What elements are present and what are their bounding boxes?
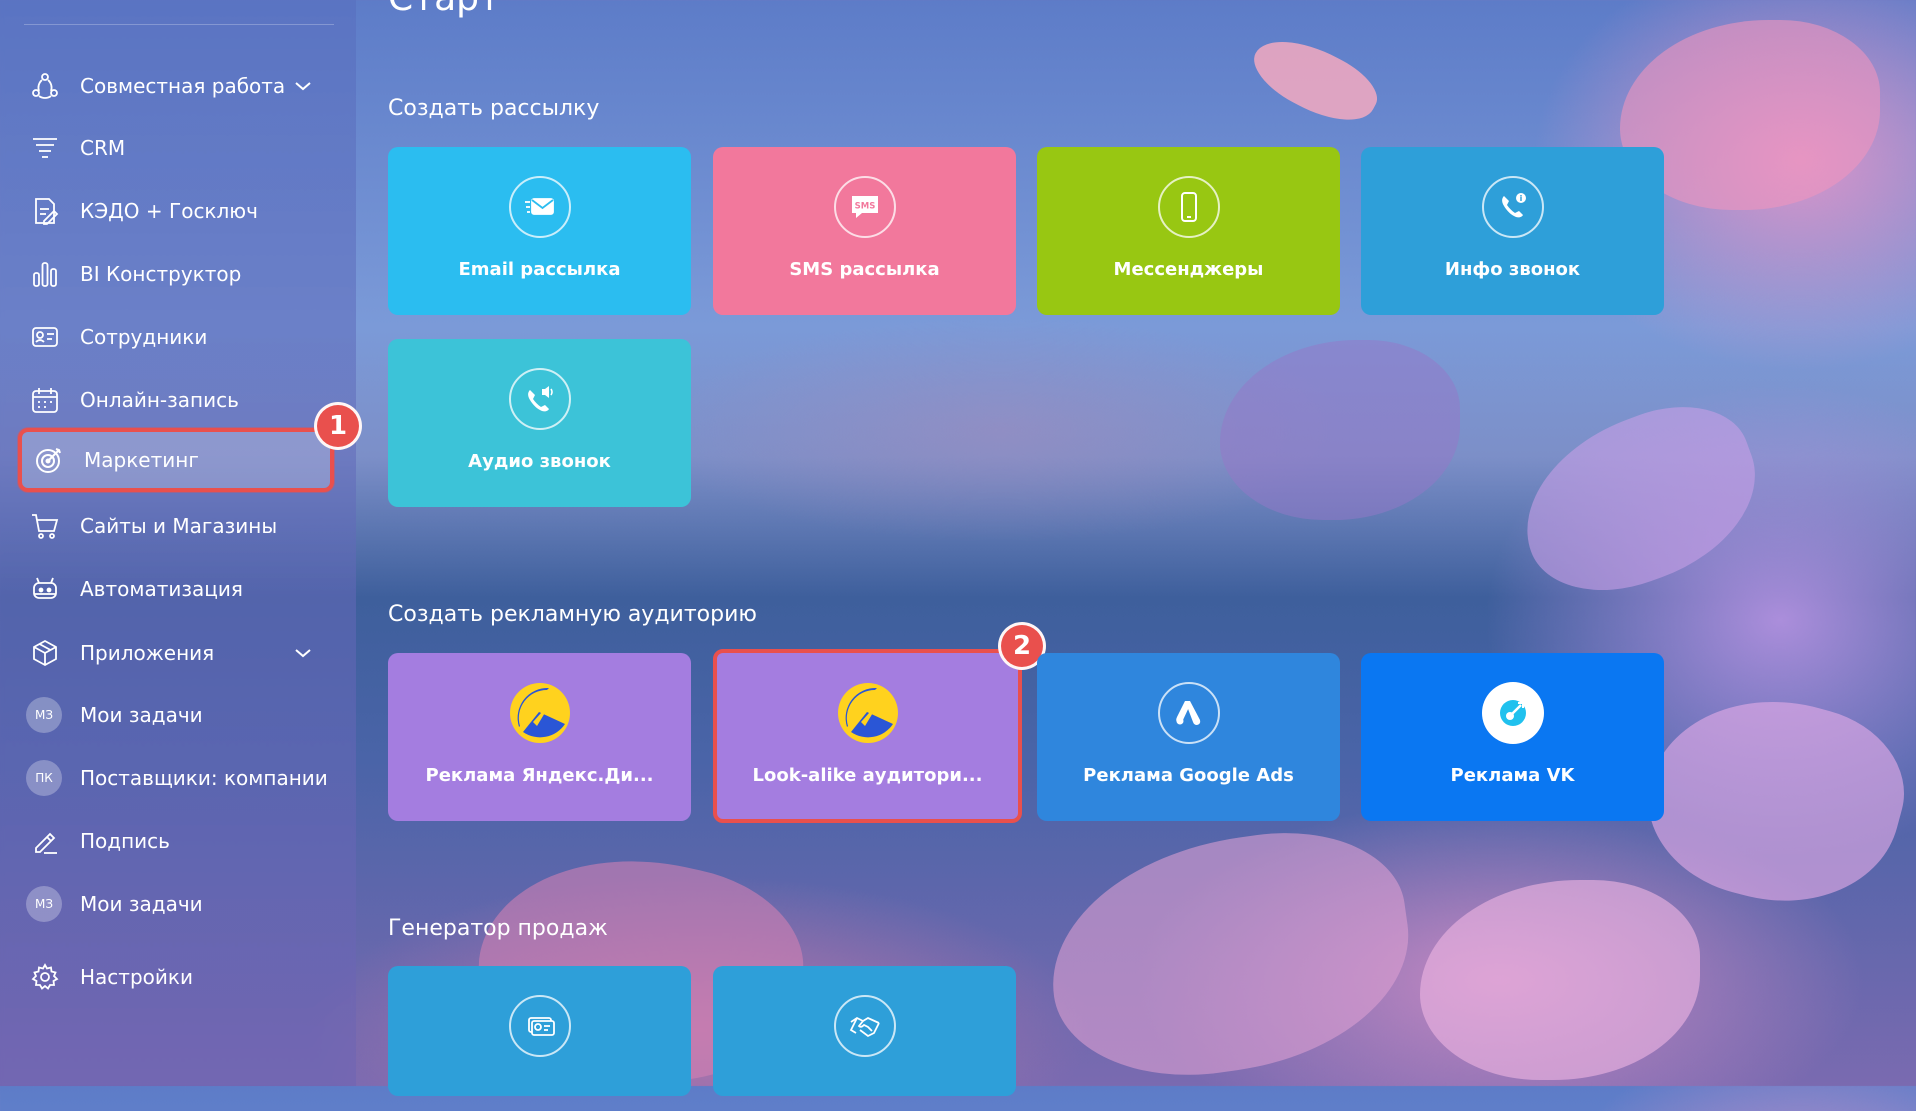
tile-audio-call[interactable]: Аудио звонок [388, 339, 691, 507]
tile-google-ads[interactable]: Реклама Google Ads [1037, 653, 1340, 821]
handshake-icon [833, 995, 896, 1057]
tile-email-mailing[interactable]: Email рассылка [388, 147, 691, 315]
avatar: МЗ [26, 886, 62, 922]
sidebar-item-crm[interactable]: CRM [18, 122, 334, 174]
background-petal [1243, 22, 1387, 138]
signature-icon [28, 824, 62, 858]
section-title-audience: Создать рекламную аудиторию [388, 602, 757, 627]
sidebar-item-label: Мои задачи [80, 703, 203, 727]
section-title-mailing: Создать рассылку [388, 96, 600, 121]
sidebar-item-sites-shops[interactable]: Сайты и Магазины [18, 500, 334, 552]
sidebar-item-suppliers[interactable]: ПК Поставщики: компании [18, 752, 334, 804]
email-icon [508, 176, 571, 238]
sidebar-item-label: BI Конструктор [80, 262, 242, 286]
tile-yandex-direct[interactable]: Реклама Яндекс.Ди... [388, 653, 691, 821]
collaboration-icon [28, 69, 62, 103]
bar-chart-icon [28, 257, 62, 291]
sidebar-item-marketing[interactable]: Маркетинг [18, 428, 334, 492]
tile-label: Реклама VK [1450, 765, 1575, 786]
audio-call-icon [508, 368, 571, 430]
svg-text:SMS: SMS [854, 202, 875, 212]
sidebar-item-automation[interactable]: Автоматизация [18, 563, 334, 615]
background-flower [1035, 816, 1425, 1094]
crm-funnel-icon [28, 131, 62, 165]
tile-label: Look-alike аудитори... [752, 765, 983, 786]
sidebar-divider [24, 24, 334, 25]
target-icon [32, 443, 66, 477]
id-card-icon [28, 320, 62, 354]
sidebar-item-label: Мои задачи [80, 892, 203, 916]
google-ads-icon [1157, 682, 1220, 744]
tile-label: Мессенджеры [1113, 259, 1264, 280]
tile-sales-1[interactable] [388, 966, 691, 1096]
sidebar-item-label: Маркетинг [84, 448, 199, 472]
sidebar-item-label: Онлайн-запись [80, 388, 239, 412]
avatar: ПК [26, 760, 62, 796]
sidebar-item-label: Подпись [80, 829, 170, 853]
sidebar: Совместная работа CRM КЭДО + Госключ BI … [0, 0, 356, 1086]
avatar: МЗ [26, 697, 62, 733]
svg-text:i: i [1519, 194, 1522, 203]
background-flower [1628, 671, 1916, 929]
document-sign-icon [28, 194, 62, 228]
yandex-direct-icon [837, 682, 899, 744]
tile-label: Инфо звонок [1444, 259, 1581, 280]
tile-label: SMS рассылка [789, 259, 940, 280]
cart-icon [28, 509, 62, 543]
tile-label: Аудио звонок [468, 451, 611, 472]
robot-icon [28, 572, 62, 606]
sidebar-item-collaboration[interactable]: Совместная работа [18, 60, 334, 112]
sidebar-item-label: Сайты и Магазины [80, 514, 278, 538]
sidebar-item-label: Автоматизация [80, 577, 243, 601]
sidebar-item-my-tasks-2[interactable]: МЗ Мои задачи [18, 878, 334, 930]
tile-vk-ads[interactable]: Реклама VK [1361, 653, 1664, 821]
sidebar-item-label: Сотрудники [80, 325, 208, 349]
sidebar-item-employees[interactable]: Сотрудники [18, 311, 334, 363]
sidebar-item-signature[interactable]: Подпись [18, 815, 334, 867]
sidebar-item-kedo[interactable]: КЭДО + Госключ [18, 185, 334, 237]
tile-sms-mailing[interactable]: SMS SMS рассылка [713, 147, 1016, 315]
sms-icon: SMS [833, 176, 896, 238]
phone-icon [1157, 176, 1220, 238]
tile-label: Email рассылка [458, 259, 621, 280]
sidebar-item-my-tasks[interactable]: МЗ Мои задачи [18, 689, 334, 741]
sidebar-item-bi-constructor[interactable]: BI Конструктор [18, 248, 334, 300]
section-title-sales: Генератор продаж [388, 916, 608, 941]
tile-label: Реклама Google Ads [1083, 765, 1294, 786]
chevron-down-icon[interactable] [294, 647, 316, 659]
tile-look-alike[interactable]: Look-alike аудитори... [713, 649, 1022, 823]
page-title: Старт [388, 0, 500, 19]
step-badge-1: 1 [314, 402, 362, 450]
sidebar-item-label: CRM [80, 136, 126, 160]
info-call-icon: i [1481, 176, 1544, 238]
tile-label: Реклама Яндекс.Ди... [425, 765, 654, 786]
gear-icon [28, 960, 62, 994]
vk-ads-icon [1481, 682, 1544, 744]
yandex-direct-icon [509, 682, 571, 744]
background-flower [1420, 880, 1700, 1080]
sidebar-item-label: Настройки [80, 965, 193, 989]
sidebar-item-label: Совместная работа [80, 74, 286, 98]
sidebar-item-settings[interactable]: Настройки [18, 951, 334, 1003]
cube-icon [28, 636, 62, 670]
calendar-icon [28, 383, 62, 417]
sidebar-item-label: Приложения [80, 641, 215, 665]
background-flower [1499, 383, 1781, 617]
background-flower [1220, 340, 1460, 520]
sidebar-item-online-booking[interactable]: Онлайн-запись [18, 374, 334, 426]
tile-info-call[interactable]: i Инфо звонок [1361, 147, 1664, 315]
tile-messengers[interactable]: Мессенджеры [1037, 147, 1340, 315]
tile-sales-2[interactable] [713, 966, 1016, 1096]
id-money-icon [508, 995, 571, 1057]
sidebar-item-apps[interactable]: Приложения [18, 627, 334, 679]
sidebar-item-label: КЭДО + Госключ [80, 199, 258, 223]
chevron-down-icon[interactable] [294, 80, 316, 92]
sidebar-item-label: Поставщики: компании [80, 766, 328, 790]
